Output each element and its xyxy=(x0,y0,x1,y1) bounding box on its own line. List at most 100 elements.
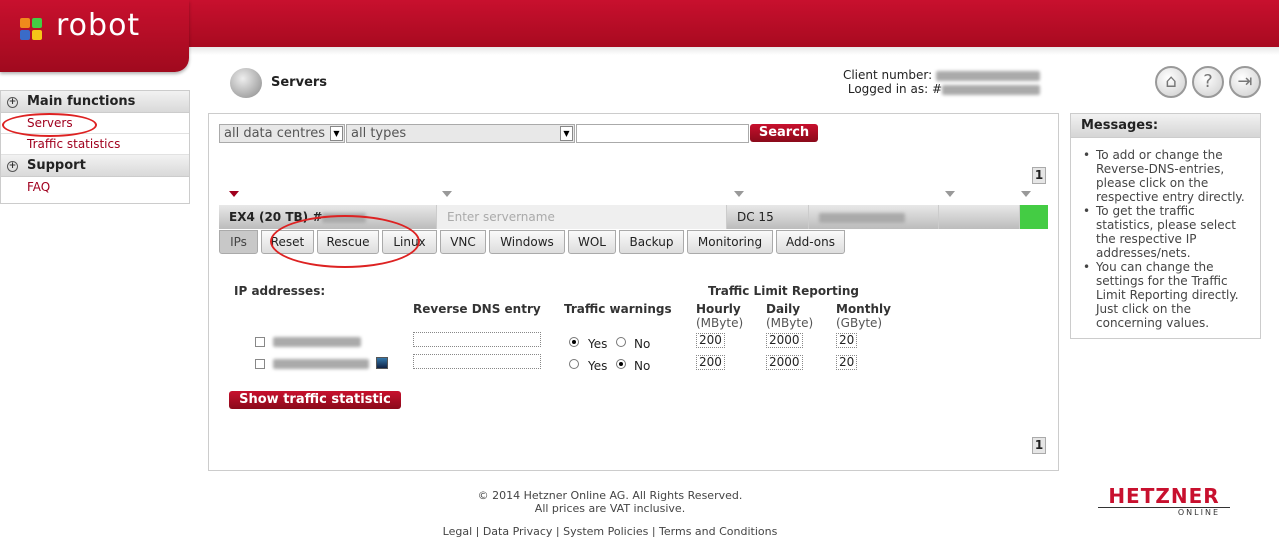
robot-logo-icon xyxy=(20,18,43,41)
datacentre-select-value: all data centres xyxy=(224,126,326,141)
expand-icon: + xyxy=(7,97,18,108)
tab-monitoring[interactable]: Monitoring xyxy=(687,230,773,254)
datacentre-select[interactable]: all data centres ▼ xyxy=(219,124,345,143)
monthly-limit[interactable]: 20 xyxy=(836,333,858,348)
server-icon xyxy=(230,68,262,98)
traffic-warnings-label: Traffic warnings xyxy=(564,302,672,316)
server-datacentre: DC 15 xyxy=(727,205,809,229)
header-bar xyxy=(0,0,1279,47)
hetzner-logo[interactable]: HETZNER ONLINE xyxy=(1094,485,1234,518)
tab-vnc[interactable]: VNC xyxy=(440,230,486,254)
footer-link-data-privacy[interactable]: Data Privacy xyxy=(483,525,553,537)
hourly-limit[interactable]: 200 xyxy=(696,355,725,370)
tab-add-ons[interactable]: Add-ons xyxy=(776,230,845,254)
hetzner-logo-text: HETZNER xyxy=(1108,484,1220,508)
tab-windows[interactable]: Windows xyxy=(489,230,565,254)
status-indicator xyxy=(1020,205,1048,229)
copyright: © 2014 Hetzner Online AG. All Rights Res… xyxy=(477,489,743,502)
header-shadow xyxy=(189,47,1279,55)
search-button[interactable]: Search xyxy=(750,124,818,142)
warnings-yes-radio[interactable] xyxy=(569,359,579,369)
reverse-dns-field[interactable] xyxy=(413,354,541,369)
annotation-circle xyxy=(270,215,420,268)
ip-addresses-label: IP addresses: xyxy=(234,284,326,298)
redacted-ip xyxy=(273,337,361,347)
tab-ips[interactable]: IPs xyxy=(219,230,258,254)
search-input[interactable] xyxy=(576,124,749,143)
reverse-dns-label: Reverse DNS entry xyxy=(413,302,541,316)
message-item: You can change the settings for the Traf… xyxy=(1083,260,1252,330)
sort-arrow-icon[interactable] xyxy=(734,191,744,197)
sidebar-section-main-functions[interactable]: + Main functions xyxy=(1,91,189,113)
warnings-no-radio[interactable] xyxy=(616,359,626,369)
yes-label: Yes xyxy=(588,359,608,373)
pagination-page[interactable]: 1 xyxy=(1032,167,1046,184)
no-label: No xyxy=(634,337,651,351)
footer-links: Legal | Data Privacy | System Policies |… xyxy=(442,525,778,537)
redacted-client-number xyxy=(936,70,1040,81)
server-extra xyxy=(939,205,1020,229)
home-icon[interactable]: ⌂ xyxy=(1155,66,1187,98)
logo-area[interactable]: robot xyxy=(0,0,189,72)
sidebar-item-faq[interactable]: FAQ xyxy=(1,177,189,198)
page-title: Servers xyxy=(271,75,328,90)
yes-label: Yes xyxy=(588,337,608,351)
footer-link-system-policies[interactable]: System Policies xyxy=(563,525,648,537)
hetzner-logo-sub: ONLINE xyxy=(1098,507,1230,518)
type-select-value: all types xyxy=(351,126,407,141)
sidebar-item-traffic-statistics[interactable]: Traffic statistics xyxy=(1,134,189,155)
sidebar-section-label: Main functions xyxy=(27,94,136,109)
sort-arrow-icon[interactable] xyxy=(442,191,452,197)
monthly-label: Monthly xyxy=(836,302,891,316)
chevron-down-icon: ▼ xyxy=(330,126,343,141)
show-traffic-statistic-button[interactable]: Show traffic statistic xyxy=(229,391,401,409)
message-item: To get the traffic statistics, please se… xyxy=(1083,204,1252,260)
message-item: To add or change the Reverse-DNS-entries… xyxy=(1083,148,1252,204)
sidebar-section-support[interactable]: + Support xyxy=(1,155,189,177)
daily-limit[interactable]: 2000 xyxy=(766,355,803,370)
sort-arrow-icon[interactable] xyxy=(945,191,955,197)
daily-limit[interactable]: 2000 xyxy=(766,333,803,348)
messages-list: To add or change the Reverse-DNS-entries… xyxy=(1071,138,1260,330)
help-icon[interactable]: ? xyxy=(1192,66,1224,98)
ip-checkbox[interactable] xyxy=(255,359,265,369)
warnings-no-radio[interactable] xyxy=(616,337,626,347)
server-ip xyxy=(809,205,939,229)
pagination-page[interactable]: 1 xyxy=(1032,437,1046,454)
sort-arrow-icon[interactable] xyxy=(229,191,239,197)
client-info: Client number: Logged in as: # xyxy=(800,68,1040,96)
tab-backup[interactable]: Backup xyxy=(619,230,684,254)
daily-unit: (MByte) xyxy=(766,316,814,330)
type-select[interactable]: all types ▼ xyxy=(346,124,575,143)
messages-panel: Messages: To add or change the Reverse-D… xyxy=(1070,113,1261,339)
servers-panel: all data centres ▼ all types ▼ Search 1 … xyxy=(208,113,1059,471)
hourly-unit: (MByte) xyxy=(696,316,744,330)
expand-icon: + xyxy=(7,161,18,172)
logged-in-label: Logged in as: # xyxy=(847,82,942,96)
chevron-down-icon: ▼ xyxy=(560,126,573,141)
logout-icon[interactable]: ⇥ xyxy=(1229,66,1261,98)
no-label: No xyxy=(634,359,651,373)
sidebar: + Main functions Servers Traffic statist… xyxy=(0,90,190,204)
redacted-username xyxy=(942,84,1040,95)
monthly-unit: (GByte) xyxy=(836,316,883,330)
footer-link-legal[interactable]: Legal xyxy=(443,525,472,537)
hourly-label: Hourly xyxy=(696,302,741,316)
sort-arrow-icon[interactable] xyxy=(1021,191,1031,197)
traffic-limit-label: Traffic Limit Reporting xyxy=(708,284,859,298)
warnings-yes-radio[interactable] xyxy=(569,337,579,347)
servername-input[interactable]: Enter servername xyxy=(437,205,727,229)
redacted-ip xyxy=(273,359,369,369)
daily-label: Daily xyxy=(766,302,801,316)
reverse-dns-field[interactable] xyxy=(413,332,541,347)
sidebar-section-label: Support xyxy=(27,158,86,173)
monthly-limit[interactable]: 20 xyxy=(836,355,858,370)
footer-link-terms[interactable]: Terms and Conditions xyxy=(659,525,777,537)
annotation-circle xyxy=(2,113,97,137)
redacted-ip xyxy=(819,212,905,223)
ip-checkbox[interactable] xyxy=(255,337,265,347)
tab-wol[interactable]: WOL xyxy=(568,230,616,254)
logo-text: robot xyxy=(56,8,141,43)
network-icon xyxy=(376,357,388,369)
hourly-limit[interactable]: 200 xyxy=(696,333,725,348)
